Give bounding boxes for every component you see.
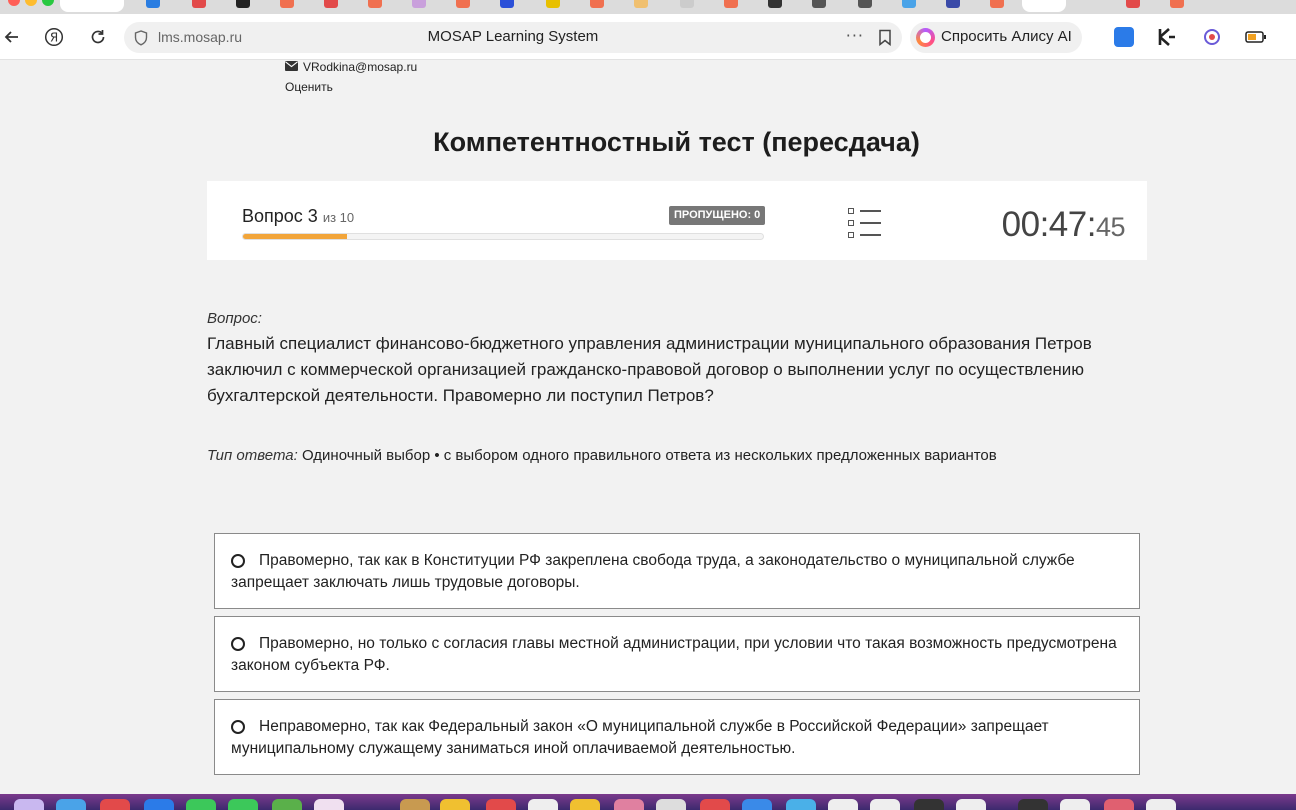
- tab-icon[interactable]: [812, 0, 826, 8]
- ask-alice-button[interactable]: Спросить Алису AI: [910, 22, 1082, 53]
- battery-icon[interactable]: [1245, 27, 1266, 47]
- tab-icon[interactable]: [368, 0, 382, 8]
- extension-icon[interactable]: [1114, 27, 1134, 47]
- minimize-window-icon[interactable]: [25, 0, 37, 6]
- ellipsis-icon[interactable]: ···: [846, 26, 864, 45]
- timer-main: 00:47:: [1001, 205, 1097, 244]
- tab-icon[interactable]: [590, 0, 604, 8]
- dock-app-icon[interactable]: [440, 799, 470, 810]
- skipped-badge[interactable]: ПРОПУЩЕНО: 0: [669, 206, 766, 225]
- rate-link[interactable]: Оценить: [285, 80, 333, 94]
- question-counter-current: Вопрос 3: [242, 206, 318, 226]
- back-arrow-icon[interactable]: [0, 25, 24, 49]
- answer-option[interactable]: Правомерно, но только с согласия главы м…: [214, 616, 1140, 692]
- tab-icon[interactable]: [324, 0, 338, 8]
- tab-icon[interactable]: [192, 0, 206, 8]
- dock-app-icon[interactable]: [570, 799, 600, 810]
- extension-k-icon[interactable]: [1157, 27, 1177, 47]
- alice-icon: [916, 28, 935, 47]
- tab-icon[interactable]: [412, 0, 426, 8]
- dock-app-icon[interactable]: [786, 799, 816, 810]
- active-tab[interactable]: [60, 0, 124, 12]
- countdown-timer: 00:47:45: [1001, 205, 1126, 245]
- dock-app-icon[interactable]: [528, 799, 558, 810]
- progress-bar: [242, 233, 764, 240]
- svg-text:Я: Я: [50, 31, 58, 45]
- dock-app-icon[interactable]: [614, 799, 644, 810]
- tab-icon[interactable]: [680, 0, 694, 8]
- extension-target-icon[interactable]: [1202, 27, 1222, 47]
- macos-dock: [0, 794, 1296, 810]
- dock-app-icon[interactable]: [186, 799, 216, 810]
- dock-app-icon[interactable]: [314, 799, 344, 810]
- address-bar[interactable]: lms.mosap.ru MOSAP Learning System ···: [124, 22, 902, 53]
- close-window-icon[interactable]: [8, 0, 20, 6]
- answer-type: Тип ответа: Одиночный выбор • с выбором …: [207, 447, 997, 464]
- dock-app-icon[interactable]: [870, 799, 900, 810]
- ask-alice-label: Спросить Алису AI: [941, 28, 1072, 45]
- dock-app-icon[interactable]: [956, 799, 986, 810]
- answer-option-text[interactable]: Неправомерно, так как Федеральный закон …: [231, 716, 1121, 760]
- dock-app-icon[interactable]: [742, 799, 772, 810]
- progress-panel: Вопрос 3 из 10 ПРОПУЩЕНО: 0 00:47:45: [207, 181, 1147, 260]
- dock-app-icon[interactable]: [828, 799, 858, 810]
- progress-bar-fill: [243, 234, 347, 239]
- answer-option[interactable]: Правомерно, так как в Конституции РФ зак…: [214, 533, 1140, 609]
- dock-app-icon[interactable]: [100, 799, 130, 810]
- user-email: VRodkina@mosap.ru: [285, 60, 417, 74]
- maximize-window-icon[interactable]: [42, 0, 54, 6]
- question-list-icon[interactable]: [848, 208, 882, 238]
- question-text: Главный специалист финансово-бюджетного …: [207, 334, 1092, 405]
- answer-type-value: Одиночный выбор • с выбором одного прави…: [301, 447, 997, 464]
- dock-app-icon[interactable]: [700, 799, 730, 810]
- yandex-icon[interactable]: Я: [42, 25, 66, 49]
- dock-app-icon[interactable]: [486, 799, 516, 810]
- dock-app-icon[interactable]: [14, 799, 44, 810]
- dock-app-icon[interactable]: [656, 799, 686, 810]
- dock-app-icon[interactable]: [1060, 799, 1090, 810]
- answer-option-text[interactable]: Правомерно, так как в Конституции РФ зак…: [231, 550, 1121, 594]
- tab-icon[interactable]: [236, 0, 250, 8]
- tab-active-bookmark[interactable]: [1022, 0, 1066, 12]
- tab-icon[interactable]: [768, 0, 782, 8]
- question-counter-total: из 10: [322, 210, 355, 225]
- tab-icon[interactable]: [858, 0, 872, 8]
- dock-app-icon[interactable]: [228, 799, 258, 810]
- browser-tab-strip: [0, 0, 1296, 14]
- tab-icon[interactable]: [724, 0, 738, 8]
- answer-type-label: Тип ответа:: [207, 447, 298, 464]
- tab-icon[interactable]: [902, 0, 916, 8]
- reload-icon[interactable]: [86, 25, 110, 49]
- tab-icon[interactable]: [456, 0, 470, 8]
- tab-icon[interactable]: [146, 0, 160, 8]
- question-counter: Вопрос 3 из 10: [242, 206, 354, 227]
- question-label: Вопрос:: [207, 310, 262, 327]
- timer-seconds: 45: [1095, 212, 1126, 242]
- tab-icon[interactable]: [500, 0, 514, 8]
- dock-app-icon[interactable]: [1018, 799, 1048, 810]
- dock-app-icon[interactable]: [1146, 799, 1176, 810]
- user-email-text: VRodkina@mosap.ru: [303, 60, 418, 74]
- browser-toolbar: Я lms.mosap.ru MOSAP Learning System ···…: [0, 14, 1296, 60]
- answer-option[interactable]: Неправомерно, так как Федеральный закон …: [214, 699, 1140, 775]
- tab-icon[interactable]: [634, 0, 648, 8]
- tab-icon[interactable]: [1170, 0, 1184, 8]
- dock-app-icon[interactable]: [400, 799, 430, 810]
- tab-icon[interactable]: [990, 0, 1004, 8]
- answer-option-text[interactable]: Правомерно, но только с согласия главы м…: [231, 633, 1121, 677]
- tab-icon[interactable]: [546, 0, 560, 8]
- dock-app-icon[interactable]: [56, 799, 86, 810]
- tab-icon[interactable]: [280, 0, 294, 8]
- tab-icon[interactable]: [946, 0, 960, 8]
- page-title: Компетентностный тест (пересдача): [433, 127, 920, 157]
- dock-app-icon[interactable]: [1104, 799, 1134, 810]
- envelope-icon: [285, 60, 298, 74]
- dock-app-icon[interactable]: [914, 799, 944, 810]
- bookmark-icon[interactable]: [878, 29, 892, 50]
- dock-app-icon[interactable]: [144, 799, 174, 810]
- page-title-in-address-bar: MOSAP Learning System: [427, 28, 599, 45]
- tab-icon[interactable]: [1126, 0, 1140, 8]
- dock-app-icon[interactable]: [272, 799, 302, 810]
